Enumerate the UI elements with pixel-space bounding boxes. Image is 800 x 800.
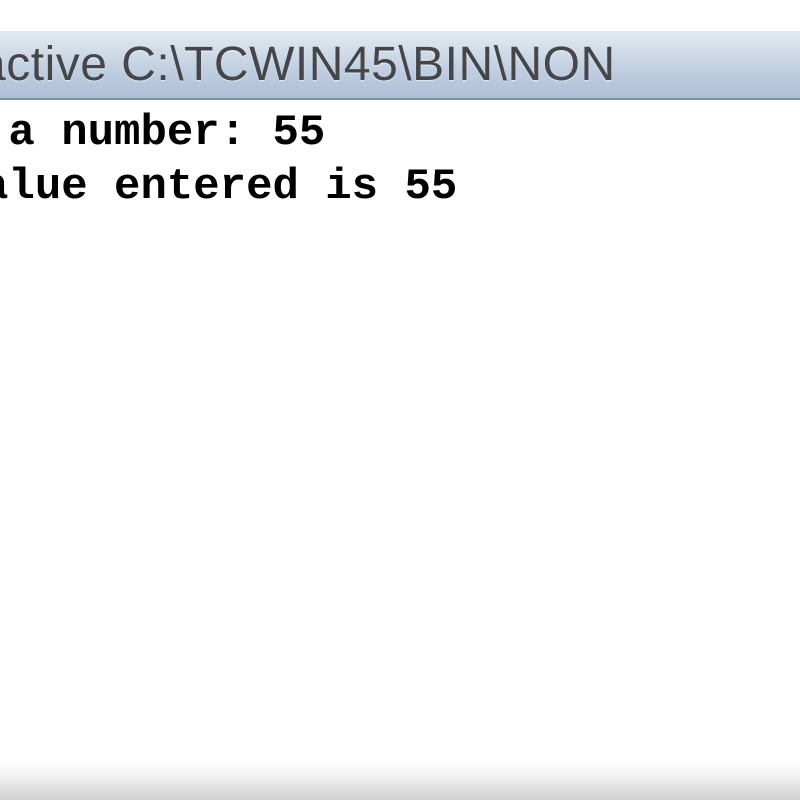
window-titlebar[interactable]: Inactive C:\TCWIN45\BIN\NON: [0, 30, 800, 100]
bottom-edge-shadow: [0, 760, 800, 800]
console-line: The value entered is 55: [0, 160, 800, 214]
window-outer-gap: [0, 0, 800, 30]
console-line: Enter a number: 55: [0, 106, 800, 160]
window-title: Inactive C:\TCWIN45\BIN\NON: [0, 37, 616, 92]
console-output-area[interactable]: Enter a number: 55 The value entered is …: [0, 100, 800, 760]
